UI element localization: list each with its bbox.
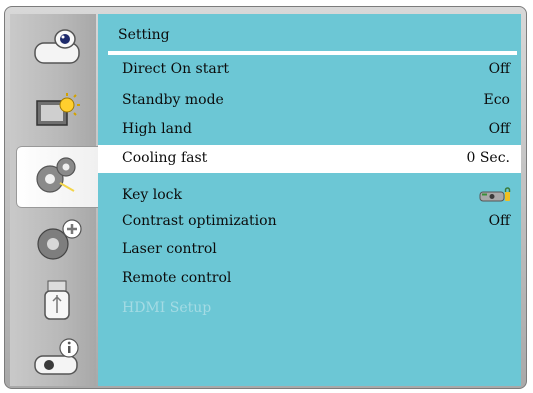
- row-hdmi-setup: HDMI Setup: [98, 295, 521, 323]
- setting-panel: Setting Direct On start Off Standby mode…: [98, 14, 521, 386]
- row-standby-mode[interactable]: Standby mode Eco: [98, 87, 521, 115]
- sidebar-item-projector[interactable]: [16, 16, 98, 78]
- row-label: Key lock: [122, 187, 182, 203]
- sidebar: [10, 14, 98, 388]
- panel-title: Setting: [118, 27, 170, 43]
- row-high-land[interactable]: High land Off: [98, 116, 521, 144]
- row-label: Laser control: [122, 241, 217, 257]
- row-contrast-optimization[interactable]: Contrast optimization Off: [98, 208, 521, 236]
- row-value: Off: [488, 213, 510, 229]
- usb-icon: [44, 280, 70, 320]
- row-label: Standby mode: [122, 92, 224, 108]
- row-value: 0 Sec.: [466, 150, 510, 166]
- sidebar-item-picture[interactable]: [16, 80, 98, 142]
- row-label: HDMI Setup: [122, 300, 212, 316]
- row-value: Eco: [483, 92, 511, 108]
- gear-plus-icon: [37, 219, 82, 260]
- row-laser-control[interactable]: Laser control: [98, 236, 521, 264]
- sidebar-item-advanced-setting[interactable]: [16, 210, 98, 272]
- sidebar-item-setting[interactable]: [16, 146, 98, 208]
- key-lock-icon: [479, 186, 511, 208]
- row-label: Cooling fast: [122, 150, 208, 166]
- gears-icon: [36, 157, 76, 193]
- picture-brightness-icon: [36, 93, 80, 126]
- row-label: Direct On start: [122, 61, 230, 77]
- row-label: Contrast optimization: [122, 213, 277, 229]
- projector-info-icon: [34, 338, 79, 375]
- sidebar-item-usb[interactable]: [16, 270, 98, 332]
- row-remote-control[interactable]: Remote control: [98, 265, 521, 293]
- row-direct-on-start[interactable]: Direct On start Off: [98, 56, 521, 84]
- row-cooling-fast[interactable]: Cooling fast 0 Sec.: [98, 145, 521, 173]
- row-value: Off: [488, 61, 510, 77]
- sidebar-item-information[interactable]: [16, 326, 98, 388]
- title-underline: [108, 51, 517, 55]
- projector-icon: [34, 29, 80, 64]
- row-label: High land: [122, 121, 192, 137]
- row-label: Remote control: [122, 270, 232, 286]
- row-value: Off: [488, 121, 510, 137]
- row-key-lock[interactable]: Key lock: [98, 182, 521, 210]
